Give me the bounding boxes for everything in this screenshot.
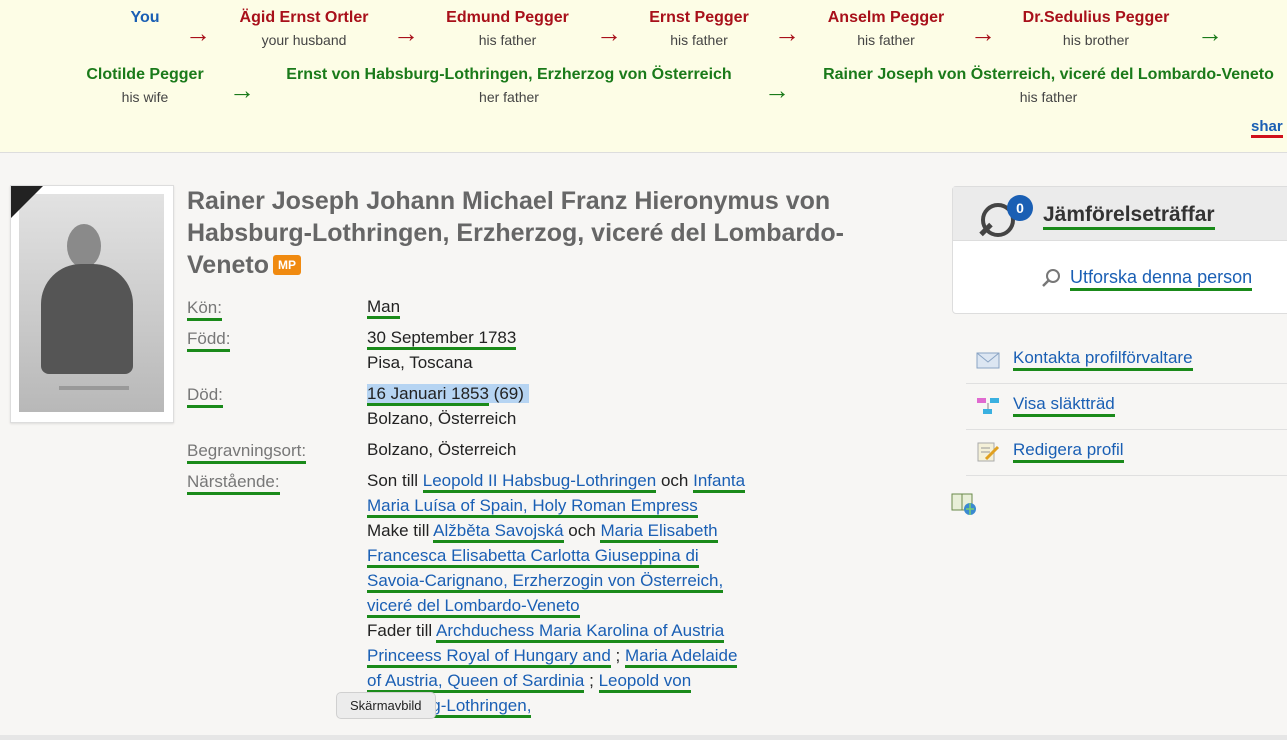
comparison-matches-panel: 0 Jämförelseträffar Utforska denna perso… bbox=[952, 186, 1287, 314]
gender-label: Kön: bbox=[187, 298, 222, 321]
son-of-text: Son till bbox=[367, 471, 419, 490]
action-label: Visa släktträd bbox=[1013, 394, 1115, 417]
rel-person[interactable]: Rainer Joseph von Österreich, viceré del… bbox=[810, 66, 1287, 105]
gender-value: Man bbox=[367, 294, 401, 319]
share-link[interactable]: shar bbox=[1251, 118, 1283, 138]
arrow-icon: → bbox=[185, 18, 211, 48]
action-contact-manager[interactable]: Kontakta profilförvaltare bbox=[966, 338, 1287, 384]
match-count-badge: 0 bbox=[1007, 195, 1033, 221]
rel-relation: his wife bbox=[121, 89, 169, 105]
died-value: 16 Januari 1853 (69) Bolzano, Österreich bbox=[367, 381, 529, 431]
rel-name: Ernst Pegger bbox=[649, 9, 749, 26]
and-text: och bbox=[568, 521, 596, 540]
comparison-header[interactable]: 0 Jämförelseträffar bbox=[953, 187, 1287, 241]
profile-photo[interactable] bbox=[10, 185, 174, 423]
action-view-tree[interactable]: Visa släktträd bbox=[966, 384, 1287, 430]
arrow-icon: → bbox=[393, 18, 419, 48]
burial-value: Bolzano, Österreich bbox=[367, 440, 517, 459]
rel-person[interactable]: Ernst Pegger his father bbox=[634, 9, 764, 48]
died-place: Bolzano, Österreich bbox=[367, 409, 517, 428]
and-text: och bbox=[660, 471, 689, 490]
rel-name: Ernst von Habsburg-Lothringen, Erzherzog… bbox=[286, 66, 732, 83]
rel-name: Edmund Pegger bbox=[446, 9, 569, 26]
father-of-text: Fader till bbox=[367, 621, 433, 640]
separator-text: ; bbox=[589, 671, 594, 690]
rel-name: Ägid Ernst Ortler bbox=[239, 9, 369, 26]
relationship-path-bar: You → Ägid Ernst Ortler your husband → E… bbox=[0, 0, 1287, 153]
rel-name: Clotilde Pegger bbox=[86, 66, 204, 83]
comparison-title: Jämförelseträffar bbox=[1043, 203, 1215, 230]
wife-link[interactable]: Alžběta Savojská bbox=[433, 521, 564, 543]
rel-name: Anselm Pegger bbox=[827, 9, 945, 26]
explore-person-link[interactable]: Utforska denna person bbox=[1070, 267, 1253, 291]
father-link[interactable]: Leopold II Habsbug-Lothringen bbox=[422, 471, 657, 493]
rel-relation: her father bbox=[479, 89, 539, 105]
rel-person[interactable]: Clotilde Pegger his wife bbox=[70, 66, 220, 105]
rel-you[interactable]: You bbox=[105, 9, 185, 27]
envelope-icon bbox=[976, 352, 1000, 369]
rel-person[interactable]: Ernst von Habsburg-Lothringen, Erzherzog… bbox=[264, 66, 754, 105]
rel-person[interactable]: Ägid Ernst Ortler your husband bbox=[214, 9, 394, 48]
arrow-icon: → bbox=[764, 75, 790, 105]
born-place: Pisa, Toscana bbox=[367, 353, 473, 372]
mourning-ribbon-icon bbox=[11, 186, 43, 218]
died-date: 16 Januari 1853 bbox=[367, 384, 489, 406]
arrow-icon: → bbox=[1197, 18, 1223, 48]
relatives-label: Närstående: bbox=[187, 472, 280, 495]
book-globe-icon[interactable] bbox=[950, 492, 978, 516]
rel-name: Dr.Sedulius Pegger bbox=[1022, 9, 1170, 26]
rel-relation: his father bbox=[1019, 89, 1078, 105]
portrait-image bbox=[19, 194, 164, 412]
rel-person[interactable]: Anselm Pegger his father bbox=[812, 9, 960, 48]
arrow-icon: → bbox=[596, 18, 622, 48]
action-label: Kontakta profilförvaltare bbox=[1013, 348, 1193, 371]
rel-name: You bbox=[130, 9, 160, 26]
rel-relation: his father bbox=[857, 32, 915, 48]
bottom-divider bbox=[0, 735, 1287, 740]
born-date: 30 September 1783 bbox=[367, 328, 517, 350]
action-label: Redigera profil bbox=[1013, 440, 1124, 463]
born-value: 30 September 1783 Pisa, Toscana bbox=[367, 325, 517, 375]
rel-relation: your husband bbox=[261, 32, 347, 48]
rel-relation: his father bbox=[670, 32, 728, 48]
rel-relation: his brother bbox=[1062, 32, 1130, 48]
edit-icon bbox=[977, 442, 1000, 462]
profile-title: Rainer Joseph Johann Michael Franz Hiero… bbox=[187, 185, 917, 281]
mp-badge[interactable]: MP bbox=[272, 255, 301, 275]
born-label: Född: bbox=[187, 329, 231, 352]
relatives-list: Son till Leopold II Habsbug-Lothringen o… bbox=[367, 468, 747, 718]
arrow-icon: → bbox=[229, 75, 255, 105]
rel-person[interactable]: Dr.Sedulius Pegger his brother bbox=[1003, 9, 1189, 48]
magnifier-icon bbox=[1042, 269, 1060, 287]
screenshot-tooltip: Skärmavbild bbox=[336, 692, 436, 719]
arrow-icon: → bbox=[774, 18, 800, 48]
husband-of-text: Make till bbox=[367, 521, 430, 540]
arrow-icon: → bbox=[970, 18, 996, 48]
rel-person[interactable]: Edmund Pegger his father bbox=[430, 9, 585, 48]
died-label: Död: bbox=[187, 385, 223, 408]
died-age: (69) bbox=[493, 384, 524, 403]
rel-relation: his father bbox=[478, 32, 537, 48]
family-tree-icon bbox=[977, 398, 999, 414]
action-edit-profile[interactable]: Redigera profil bbox=[966, 430, 1287, 476]
separator-text: ; bbox=[615, 646, 621, 665]
burial-label: Begravningsort: bbox=[187, 441, 307, 464]
rel-name: Rainer Joseph von Österreich, viceré del… bbox=[823, 66, 1274, 83]
